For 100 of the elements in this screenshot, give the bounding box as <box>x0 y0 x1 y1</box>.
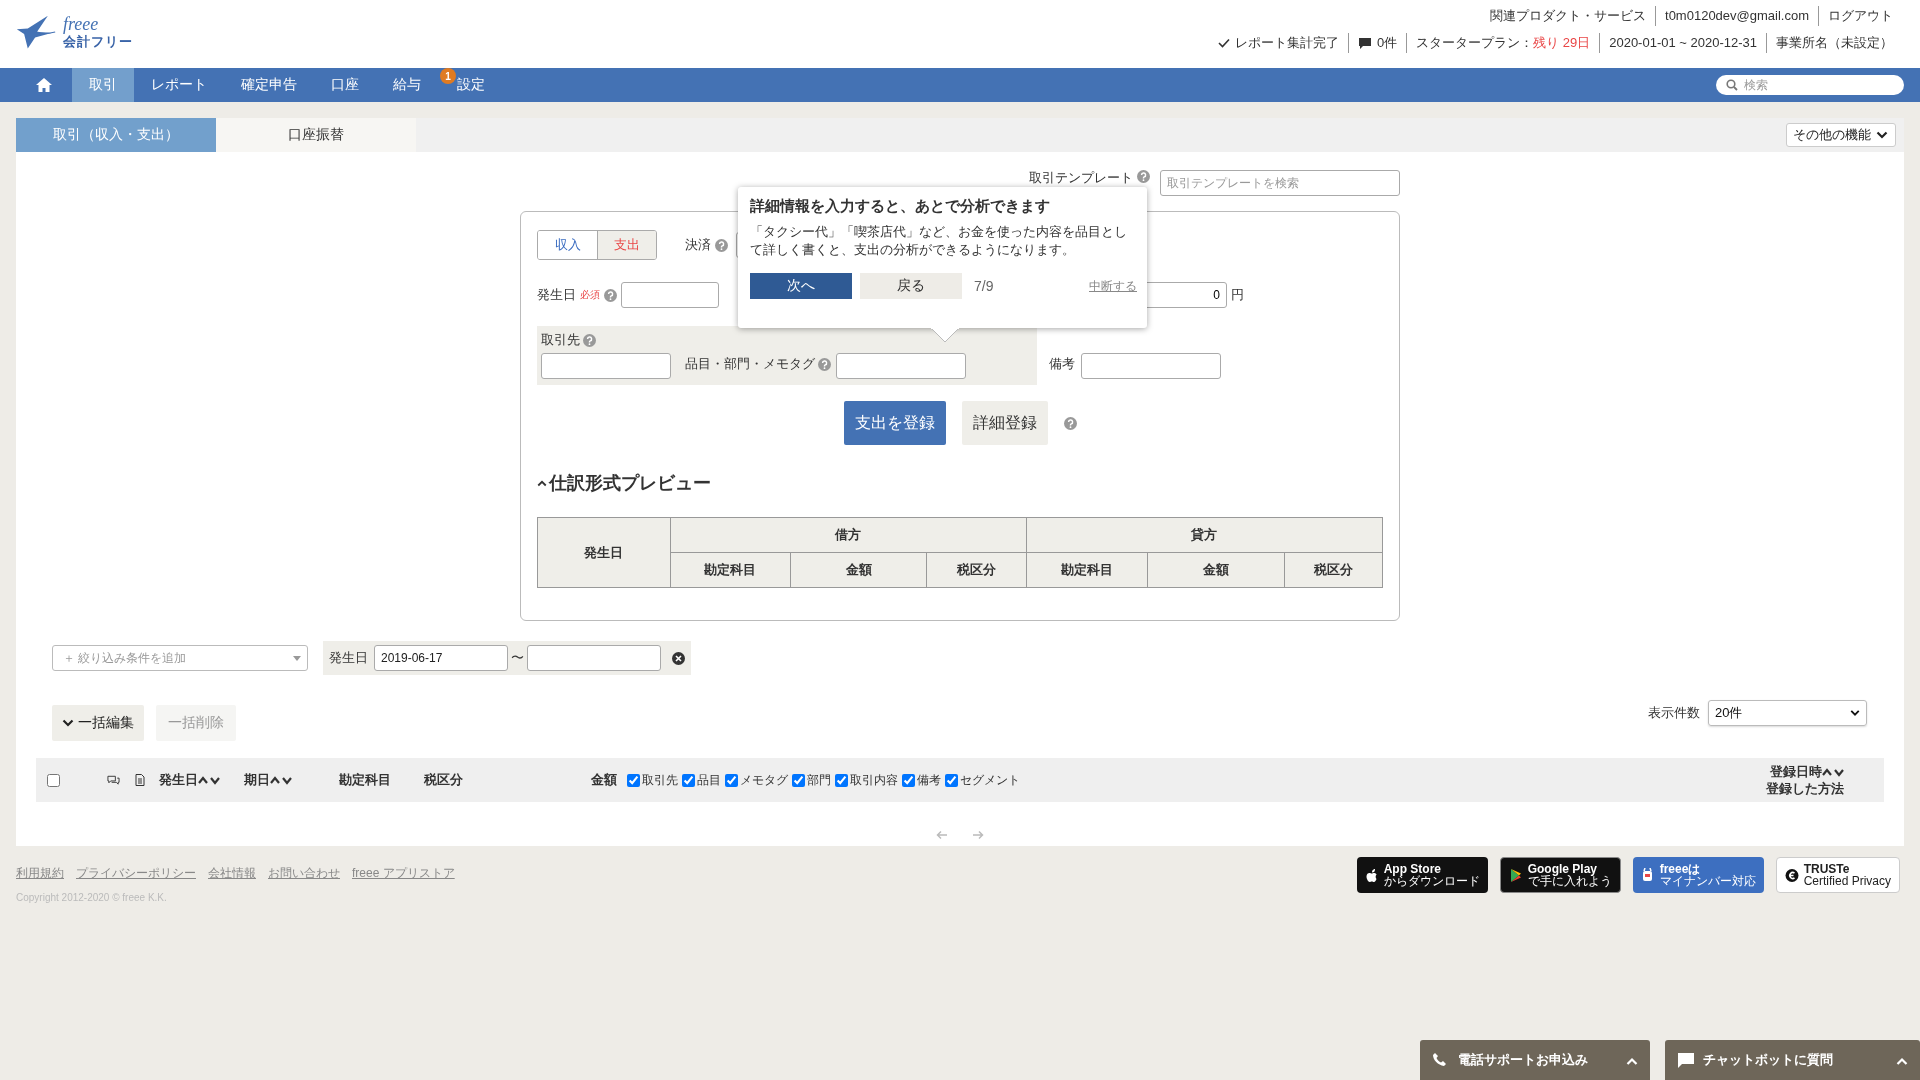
column-header: 税区分 <box>424 771 464 789</box>
column-toggle-checkbox[interactable] <box>682 773 695 787</box>
checkbox-label: 部門 <box>807 771 831 789</box>
tooltip-text: 「タクシー代」「喫茶店代」など、お金を使った内容を品目として詳しく書くと、支出の分析ができるようになります。 <box>750 224 1128 259</box>
column-header: 勘定科目 <box>339 771 392 789</box>
comment-icon <box>1357 36 1372 50</box>
plan-status: スタータープラン：残り 29日 <box>1416 34 1591 52</box>
status-text: 事業所名（未設定） <box>1776 34 1893 52</box>
nav-tab[interactable]: 給与 <box>376 68 438 102</box>
table-header-cell: 金額 <box>1147 552 1285 588</box>
checkbox-label: 品目 <box>697 771 721 789</box>
logo-wordmark: freee <box>63 15 100 33</box>
search-field[interactable]: 検索 <box>1716 75 1904 95</box>
help-icon <box>1137 170 1150 183</box>
store-badge[interactable]: Google Play で手に入れよう <box>1499 857 1621 893</box>
home-icon <box>35 77 53 93</box>
field-label: 備考 <box>1049 355 1075 373</box>
select-all-checkbox[interactable] <box>47 773 60 787</box>
column-header[interactable]: 期日 <box>244 771 339 789</box>
required-mark: 必須 <box>580 288 600 302</box>
table-header-cell: 税区分 <box>1284 552 1383 588</box>
back-button[interactable]: 戻る <box>860 273 962 299</box>
sort-icon <box>1822 766 1844 777</box>
nav-tab[interactable]: 確定申告 <box>224 68 314 102</box>
table-header-cell: 借方 <box>670 517 1027 553</box>
check-icon <box>1217 38 1230 48</box>
register-expense-button[interactable]: 支出を登録 <box>843 401 946 445</box>
column-toggle-checkbox[interactable] <box>725 773 738 787</box>
field-label: 発生日 <box>537 286 576 304</box>
chat-icon <box>1677 1051 1695 1069</box>
sort-icon <box>198 775 220 785</box>
filter-dropdown[interactable]: ＋ 絞り込み条件を追加 <box>52 645 308 671</box>
column-header[interactable]: 発生日 <box>159 771 244 789</box>
field-label: 取引テンプレート <box>1029 170 1133 185</box>
column-toggle-checkbox[interactable] <box>902 773 915 787</box>
nav-tab[interactable]: レポート <box>134 68 224 102</box>
detail-register-button[interactable]: 詳細登録 <box>961 401 1048 445</box>
currency-unit: 円 <box>1231 286 1244 304</box>
notification-badge: 1 <box>440 68 456 84</box>
column-toggle-checkbox[interactable] <box>945 773 958 787</box>
status-text: 2020-01-01 ~ 2020-12-31 <box>1609 34 1757 52</box>
more-functions-button[interactable]: その他の機能 <box>1786 123 1896 147</box>
footer-link[interactable]: 利用規約 <box>16 865 64 882</box>
preview-toggle-heading[interactable]: 仕訳形式プレビュー <box>537 471 711 495</box>
item-tag-field[interactable] <box>836 353 966 379</box>
checkbox-label: 取引先 <box>642 771 678 789</box>
store-badge[interactable]: freeeは マイナンバー対応 <box>1632 857 1764 893</box>
date-to-field[interactable] <box>527 645 661 671</box>
abort-link[interactable]: 中断する <box>1089 277 1137 295</box>
page-size-select[interactable]: 20件 <box>1708 700 1867 726</box>
footer-link[interactable]: freee アプリストア <box>352 865 455 882</box>
support-button[interactable]: チャットボットに質問 <box>1665 1040 1920 1080</box>
dropdown-arrow-icon <box>293 655 301 661</box>
date-from-field[interactable]: 2019-06-17 <box>374 645 508 671</box>
report-status: レポート集計完了 <box>1234 34 1339 52</box>
field-label: 取引先 <box>541 331 580 349</box>
date-field[interactable] <box>621 282 719 308</box>
type-toggle[interactable]: 支出 <box>597 231 656 259</box>
step-counter: 7/9 <box>974 278 994 294</box>
nav-tab[interactable]: 口座 <box>314 68 376 102</box>
table-header-cell: 勘定科目 <box>1026 552 1148 588</box>
table-header-cell: 勘定科目 <box>670 552 791 588</box>
help-icon <box>715 238 728 252</box>
footer-link[interactable]: プライバシーポリシー <box>76 865 196 882</box>
header-link[interactable]: ログアウト <box>1828 6 1893 26</box>
header-link[interactable]: t0m0120dev@gmail.com <box>1665 6 1809 26</box>
column-header: 登録した方法 <box>1766 780 1844 797</box>
comment-count: 0件 <box>1376 34 1398 52</box>
column-header[interactable]: 登録日時 <box>1770 763 1844 780</box>
column-toggle-checkbox[interactable] <box>627 773 640 787</box>
header-link[interactable]: 関連プロダクト・サービス <box>1490 6 1646 26</box>
support-button[interactable]: 電話サポートお申込み <box>1420 1040 1650 1080</box>
clear-icon <box>672 651 685 665</box>
column-toggle-checkbox[interactable] <box>792 773 805 787</box>
help-icon <box>818 357 831 371</box>
template-search-field[interactable]: 取引テンプレートを検索 <box>1160 170 1400 196</box>
bulk-edit-button[interactable]: 一括編集 <box>52 705 144 741</box>
sort-icon <box>270 775 292 785</box>
table-header-cell: 金額 <box>790 552 927 588</box>
store-badge[interactable]: App Store からダウンロード <box>1356 857 1488 893</box>
chevron-icon <box>62 719 74 727</box>
page-tab[interactable]: 口座振替 <box>216 118 416 152</box>
field-label: 決済 <box>685 236 711 254</box>
seal-icon <box>1784 867 1799 883</box>
partner-field[interactable] <box>541 353 671 379</box>
column-toggle-checkbox[interactable] <box>835 773 848 787</box>
search-icon <box>1726 79 1738 91</box>
caret-icon <box>1896 1056 1908 1065</box>
comment-icon <box>107 774 120 786</box>
footer-link[interactable]: 会社情報 <box>208 865 256 882</box>
previous-arrow-icon <box>936 830 948 840</box>
next-button[interactable]: 次へ <box>750 273 852 299</box>
store-badge[interactable]: TRUSTe Certified Privacy <box>1775 857 1900 893</box>
range-separator: 〜 <box>511 649 524 667</box>
product-name: 会計フリー <box>63 34 133 51</box>
footer-link[interactable]: お問い合わせ <box>268 865 340 882</box>
mascot-icon <box>1640 867 1655 883</box>
nav-tab[interactable]: 設定 <box>457 68 502 102</box>
note-field[interactable] <box>1081 353 1221 379</box>
checkbox-label: セグメント <box>960 771 1020 789</box>
